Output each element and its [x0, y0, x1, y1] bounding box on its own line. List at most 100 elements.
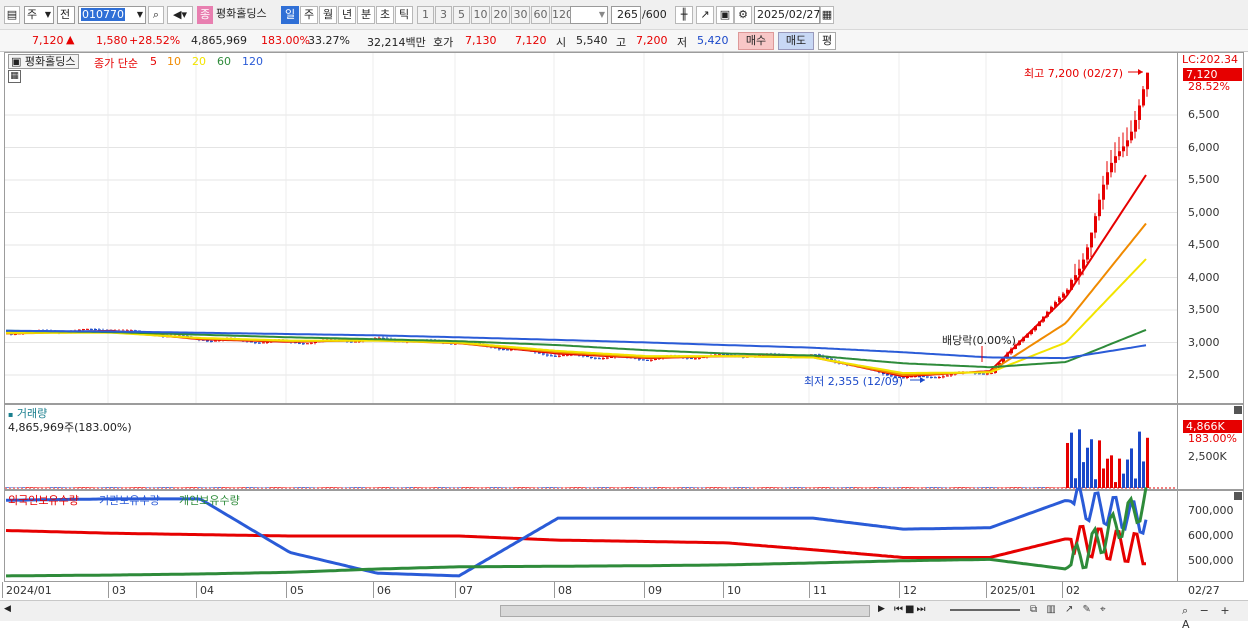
candle-body: [930, 377, 933, 378]
volume-bar: [598, 487, 601, 488]
volume-bar: [626, 487, 629, 488]
price-legend-name[interactable]: ▣ 평화홀딩스: [8, 54, 79, 69]
candle-body: [258, 343, 261, 344]
x-axis-label: 07: [459, 584, 473, 597]
candle-body: [1134, 120, 1137, 132]
candle-body: [606, 358, 609, 359]
volume-bar: [682, 487, 685, 488]
volume-bar: [1090, 439, 1093, 488]
volume-bar: [418, 487, 421, 488]
ma-legend-item[interactable]: 20: [192, 55, 206, 68]
candle-body: [642, 359, 645, 360]
chart-scrollbar[interactable]: ◀ ▶ ⏮■⏭ ⧉ ▥ ↗ ✎ ⌖ ⌕ − + A: [0, 600, 1248, 621]
zoom-controls-icon[interactable]: ⌕ − + A: [1182, 604, 1242, 617]
volume-bar: [1038, 487, 1041, 488]
ma-legend-item[interactable]: 60: [217, 55, 231, 68]
volume-bar: [1034, 487, 1037, 488]
price-legend-ma-prefix: 종가 단순: [94, 55, 138, 71]
candle-body: [922, 376, 925, 377]
volume-bar: [74, 487, 77, 488]
holdings-legend-item[interactable]: 기관보유수량: [99, 492, 160, 508]
volume-bar: [774, 487, 777, 488]
volume-bar: [382, 487, 385, 488]
volume-bar: [250, 487, 253, 488]
candle-body: [698, 358, 701, 359]
holdings-legend-item[interactable]: 외국인보유수량: [8, 492, 79, 508]
volume-bar: [326, 487, 329, 488]
candle-body: [590, 357, 593, 358]
candle-body: [690, 358, 693, 359]
volume-value-note: 4,865,969주(183.00%): [8, 419, 132, 435]
volume-bar: [46, 487, 49, 488]
volume-bar: [906, 487, 909, 488]
volume-bar: [106, 487, 109, 488]
volume-bar: [794, 487, 797, 488]
volume-bar: [542, 487, 545, 488]
close-icon[interactable]: [1234, 492, 1242, 500]
volume-bar: [442, 487, 445, 488]
volume-bar: [910, 487, 913, 488]
volume-bar: [978, 487, 981, 488]
scroll-thumb[interactable]: [500, 605, 870, 617]
volume-bar: [58, 487, 61, 488]
volume-bar: [874, 487, 877, 488]
volume-bar: [854, 487, 857, 488]
low-arrowhead: [920, 377, 925, 383]
x-axis-label: 03: [112, 584, 126, 597]
x-axis-tick-mark: [723, 582, 724, 598]
price-y-tick: 2,500: [1188, 368, 1220, 381]
candle-body: [694, 358, 697, 359]
x-axis-tick-mark: [2, 582, 3, 598]
zoom-slider[interactable]: [950, 609, 1020, 611]
volume-bar: [270, 487, 273, 488]
price-y-tick: 4,500: [1188, 238, 1220, 251]
x-axis-tick-mark: [108, 582, 109, 598]
volume-bar: [362, 487, 365, 488]
volume-bar: [1138, 432, 1141, 488]
ma-legend-item[interactable]: 10: [167, 55, 181, 68]
close-icon[interactable]: [1234, 406, 1242, 414]
candle-body: [1102, 185, 1105, 200]
candle-body: [502, 349, 505, 350]
volume-bar: [654, 487, 657, 488]
candle-body: [1122, 146, 1125, 151]
volume-bar: [490, 487, 493, 488]
volume-bar: [226, 487, 229, 488]
volume-bar: [742, 487, 745, 488]
candle-body: [594, 358, 597, 359]
x-axis-tick-mark: [373, 582, 374, 598]
volume-bar: [238, 487, 241, 488]
volume-bar: [486, 487, 489, 488]
volume-bar: [322, 487, 325, 488]
volume-bar: [1018, 487, 1021, 488]
playback-controls-icon[interactable]: ⏮■⏭: [894, 604, 934, 617]
candle-body: [938, 377, 941, 378]
scroll-right-icon[interactable]: ▶: [878, 604, 890, 617]
volume-bar: [158, 487, 161, 488]
volume-bar: [1062, 487, 1065, 488]
candle-body: [546, 355, 549, 356]
volume-bar: [1050, 487, 1053, 488]
x-axis-tick-mark: [196, 582, 197, 598]
chart-canvas: [0, 0, 1248, 621]
ma-legend-item[interactable]: 5: [150, 55, 157, 68]
drawing-tools-icon[interactable]: ⧉ ▥ ↗ ✎ ⌖: [1030, 604, 1190, 617]
volume-bar: [934, 487, 937, 488]
volume-bar: [846, 487, 849, 488]
ma-legend-item[interactable]: 120: [242, 55, 263, 68]
holdings-legend-item[interactable]: 개인보유수량: [179, 492, 240, 508]
grid-toggle-icon[interactable]: ▦: [8, 70, 21, 83]
volume-bar: [214, 487, 217, 488]
volume-bar: [138, 487, 141, 488]
volume-bar: [266, 487, 269, 488]
price-y-tick: 6,000: [1188, 141, 1220, 154]
scroll-left-icon[interactable]: ◀: [4, 604, 16, 617]
volume-bar: [678, 487, 681, 488]
volume-bar: [826, 487, 829, 488]
volume-bar: [622, 487, 625, 488]
candle-body: [1142, 89, 1145, 105]
volume-bar: [222, 487, 225, 488]
volume-bar: [798, 487, 801, 488]
volume-bar: [514, 487, 517, 488]
candle-body: [602, 358, 605, 359]
